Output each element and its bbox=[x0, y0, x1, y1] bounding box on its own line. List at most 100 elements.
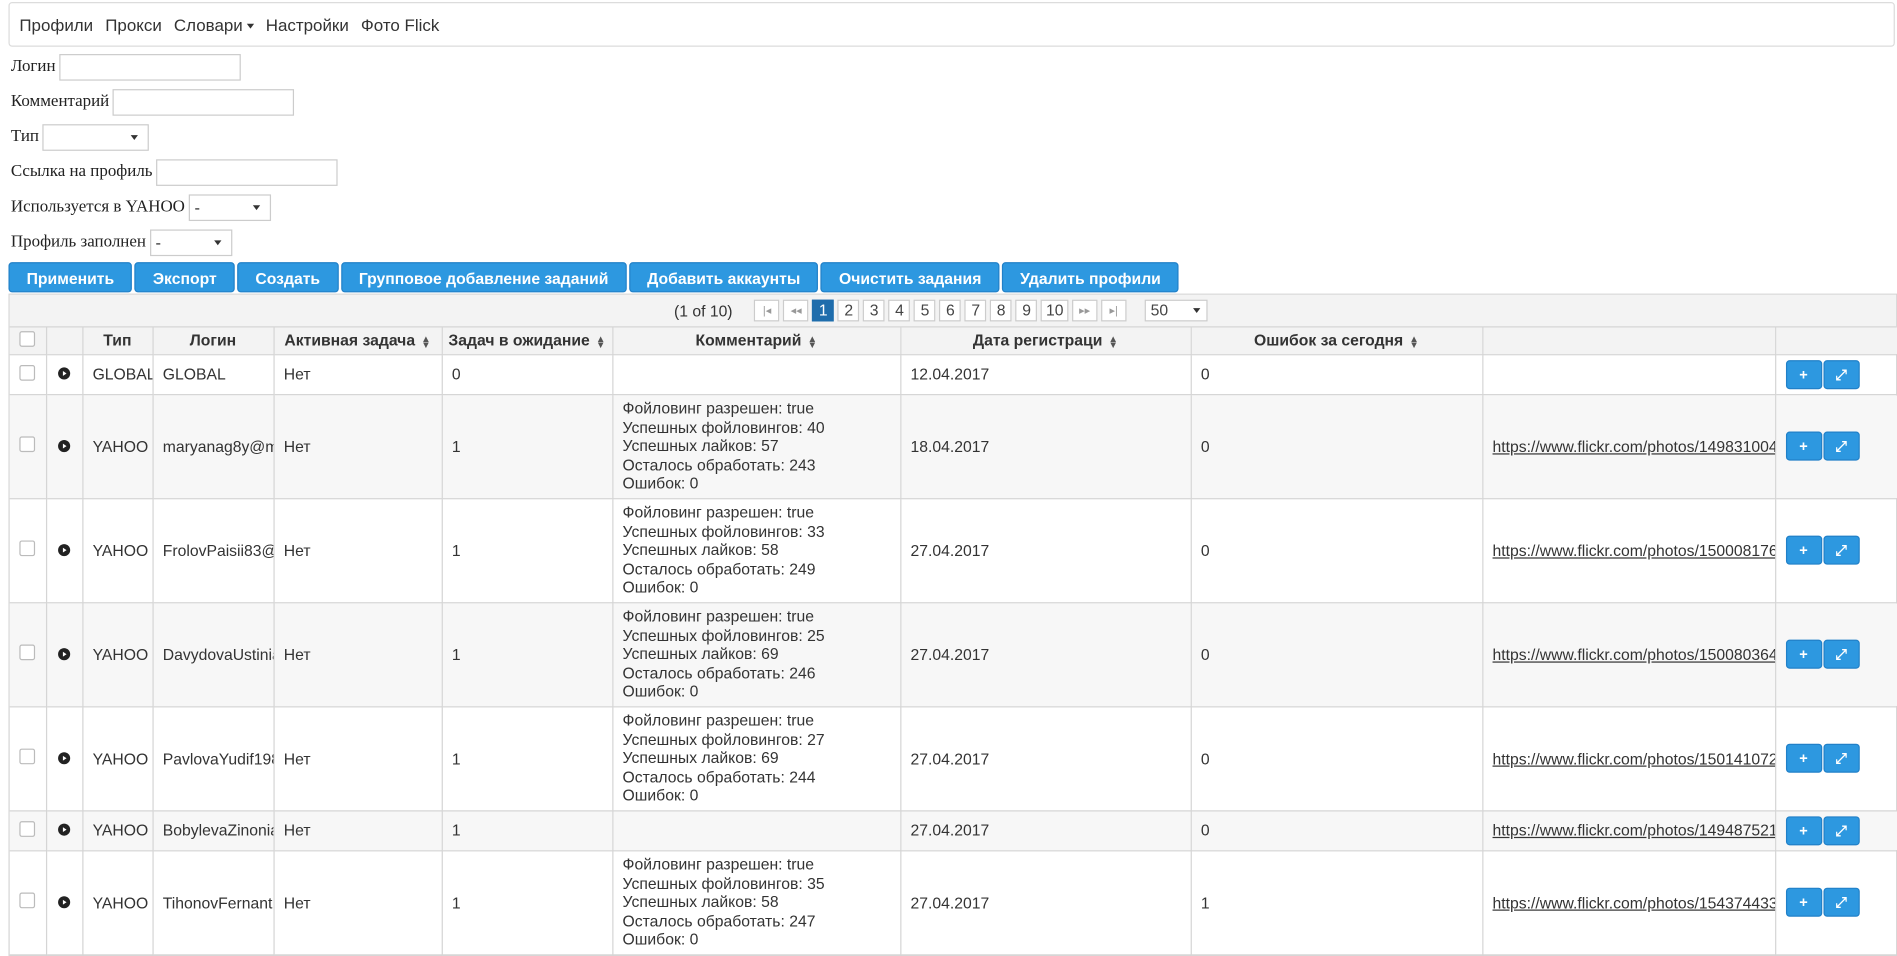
nav-dictionaries[interactable]: Словари bbox=[174, 15, 254, 34]
add-task-button[interactable]: + bbox=[1785, 431, 1822, 461]
row-select-cell[interactable] bbox=[9, 602, 47, 707]
rows-per-page-select[interactable]: 50 bbox=[1144, 299, 1208, 322]
row-expander-cell[interactable] bbox=[45, 394, 83, 499]
page-1-button[interactable]: 1 bbox=[812, 299, 835, 322]
type-select[interactable] bbox=[42, 123, 150, 151]
nav-profiles[interactable]: Профили bbox=[19, 15, 93, 34]
bulk-tasks-button[interactable]: Групповое добавление заданий bbox=[340, 262, 627, 293]
row-expander-cell[interactable] bbox=[45, 498, 83, 603]
clear-tasks-button[interactable]: Очистить задания bbox=[820, 262, 1000, 293]
expand-row-icon[interactable] bbox=[58, 439, 71, 452]
header-pending[interactable]: Задач в ожидание ▲ ▼ bbox=[441, 327, 613, 355]
row-expander-cell[interactable] bbox=[45, 810, 83, 851]
page-3-button[interactable]: 3 bbox=[863, 299, 886, 322]
comment-line: Фойловинг разрешен: true bbox=[622, 503, 815, 522]
page-10-button[interactable]: 10 bbox=[1041, 299, 1069, 322]
header-errors[interactable]: Ошибок за сегодня ▲ ▼ bbox=[1190, 327, 1483, 355]
yahoo-select[interactable]: - bbox=[188, 193, 271, 221]
page-9-button[interactable]: 9 bbox=[1015, 299, 1038, 322]
add-task-button[interactable]: + bbox=[1785, 359, 1822, 389]
cell-active-task: Нет bbox=[273, 850, 443, 955]
row-checkbox[interactable] bbox=[19, 820, 36, 837]
row-select-cell[interactable] bbox=[9, 706, 47, 811]
profile-link[interactable]: https://www.flickr.com/photos/150080364@… bbox=[1493, 645, 1774, 663]
login-input[interactable] bbox=[59, 53, 241, 81]
apply-button[interactable]: Применить bbox=[8, 262, 133, 293]
page-7-button[interactable]: 7 bbox=[964, 299, 987, 322]
page-8-button[interactable]: 8 bbox=[990, 299, 1013, 322]
edit-profile-button[interactable]: ⤢ bbox=[1822, 815, 1860, 845]
row-select-cell[interactable] bbox=[9, 810, 47, 851]
row-select-cell[interactable] bbox=[9, 498, 47, 603]
row-checkbox[interactable] bbox=[19, 436, 36, 453]
nav-proxy[interactable]: Прокси bbox=[105, 15, 162, 34]
export-button[interactable]: Экспорт bbox=[134, 262, 235, 293]
row-checkbox[interactable] bbox=[19, 892, 36, 909]
header-active-task[interactable]: Активная задача ▲ ▼ bbox=[273, 327, 443, 355]
cell-type: YAHOO bbox=[82, 498, 154, 603]
page-4-button[interactable]: 4 bbox=[888, 299, 911, 322]
comment-line: Успешных фойловингов: 40 bbox=[622, 417, 825, 437]
row-expander-cell[interactable] bbox=[45, 354, 83, 395]
row-expander-cell[interactable] bbox=[45, 850, 83, 955]
page-2-button[interactable]: 2 bbox=[837, 299, 860, 322]
edit-profile-button[interactable]: ⤢ bbox=[1822, 359, 1860, 389]
comment-input[interactable] bbox=[112, 88, 295, 116]
row-select-cell[interactable] bbox=[9, 850, 47, 955]
add-task-button[interactable]: + bbox=[1785, 535, 1822, 565]
prev-page-button[interactable]: ◂◂ bbox=[783, 299, 809, 322]
profile-link-input[interactable] bbox=[156, 158, 338, 186]
row-select-cell[interactable] bbox=[9, 354, 47, 395]
expand-row-icon[interactable] bbox=[58, 647, 71, 660]
cell-active-task: Нет bbox=[273, 810, 443, 851]
edit-profile-button[interactable]: ⤢ bbox=[1822, 639, 1860, 669]
last-page-button[interactable]: ▸| bbox=[1100, 299, 1127, 322]
expand-row-icon[interactable] bbox=[58, 367, 71, 380]
row-checkbox[interactable] bbox=[19, 644, 36, 661]
edit-profile-button[interactable]: ⤢ bbox=[1822, 887, 1860, 917]
profile-link[interactable]: https://www.flickr.com/photos/149487521@… bbox=[1493, 821, 1774, 839]
cell-reg-date: 27.04.2017 bbox=[900, 850, 1192, 955]
add-task-button[interactable]: + bbox=[1785, 815, 1822, 845]
edit-profile-button[interactable]: ⤢ bbox=[1822, 431, 1860, 461]
expand-row-icon[interactable] bbox=[58, 823, 71, 836]
filled-select[interactable]: - bbox=[149, 228, 232, 256]
nav-photo-flick[interactable]: Фото Flick bbox=[361, 15, 439, 34]
cell-pending: 1 bbox=[441, 498, 613, 603]
next-page-button[interactable]: ▸▸ bbox=[1071, 299, 1098, 322]
profile-link[interactable]: https://www.flickr.com/photos/150141072@… bbox=[1493, 749, 1774, 767]
add-task-button[interactable]: + bbox=[1785, 743, 1822, 773]
delete-profiles-button[interactable]: Удалить профили bbox=[1001, 262, 1180, 293]
header-link bbox=[1482, 327, 1776, 355]
row-select-cell[interactable] bbox=[9, 394, 47, 499]
header-type: Тип bbox=[82, 327, 154, 355]
row-expander-cell[interactable] bbox=[45, 602, 83, 707]
add-task-button[interactable]: + bbox=[1785, 639, 1822, 669]
edit-profile-button[interactable]: ⤢ bbox=[1822, 535, 1860, 565]
expand-row-icon[interactable] bbox=[58, 543, 71, 556]
page-6-button[interactable]: 6 bbox=[939, 299, 962, 322]
top-navbar: Профили Прокси Словари Настройки Фото Fl… bbox=[8, 2, 1895, 47]
add-accounts-button[interactable]: Добавить аккаунты bbox=[628, 262, 819, 293]
header-comment[interactable]: Комментарий ▲ ▼ bbox=[612, 327, 901, 355]
expand-row-icon[interactable] bbox=[58, 895, 71, 908]
profile-link[interactable]: https://www.flickr.com/photos/150008176@… bbox=[1493, 541, 1774, 559]
row-expander-cell[interactable] bbox=[45, 706, 83, 811]
first-page-button[interactable]: |◂ bbox=[754, 299, 780, 322]
page-5-button[interactable]: 5 bbox=[914, 299, 936, 322]
edit-profile-button[interactable]: ⤢ bbox=[1822, 743, 1860, 773]
comment-line: Успешных фойловингов: 35 bbox=[622, 874, 825, 893]
header-reg-date[interactable]: Дата регистраци ▲ ▼ bbox=[900, 327, 1192, 355]
row-checkbox[interactable] bbox=[19, 540, 36, 557]
profile-link[interactable]: https://www.flickr.com/photos/154374433@… bbox=[1493, 893, 1774, 911]
row-checkbox[interactable] bbox=[19, 748, 36, 765]
create-button[interactable]: Создать bbox=[237, 262, 339, 293]
cell-reg-date: 18.04.2017 bbox=[900, 394, 1192, 499]
select-all-header[interactable] bbox=[9, 327, 47, 355]
add-task-button[interactable]: + bbox=[1785, 887, 1822, 917]
row-checkbox[interactable] bbox=[19, 364, 36, 381]
profile-link[interactable]: https://www.flickr.com/photos/149831004@… bbox=[1493, 437, 1774, 455]
select-all-checkbox[interactable] bbox=[19, 330, 36, 347]
nav-settings[interactable]: Настройки bbox=[266, 15, 349, 34]
expand-row-icon[interactable] bbox=[58, 751, 71, 764]
